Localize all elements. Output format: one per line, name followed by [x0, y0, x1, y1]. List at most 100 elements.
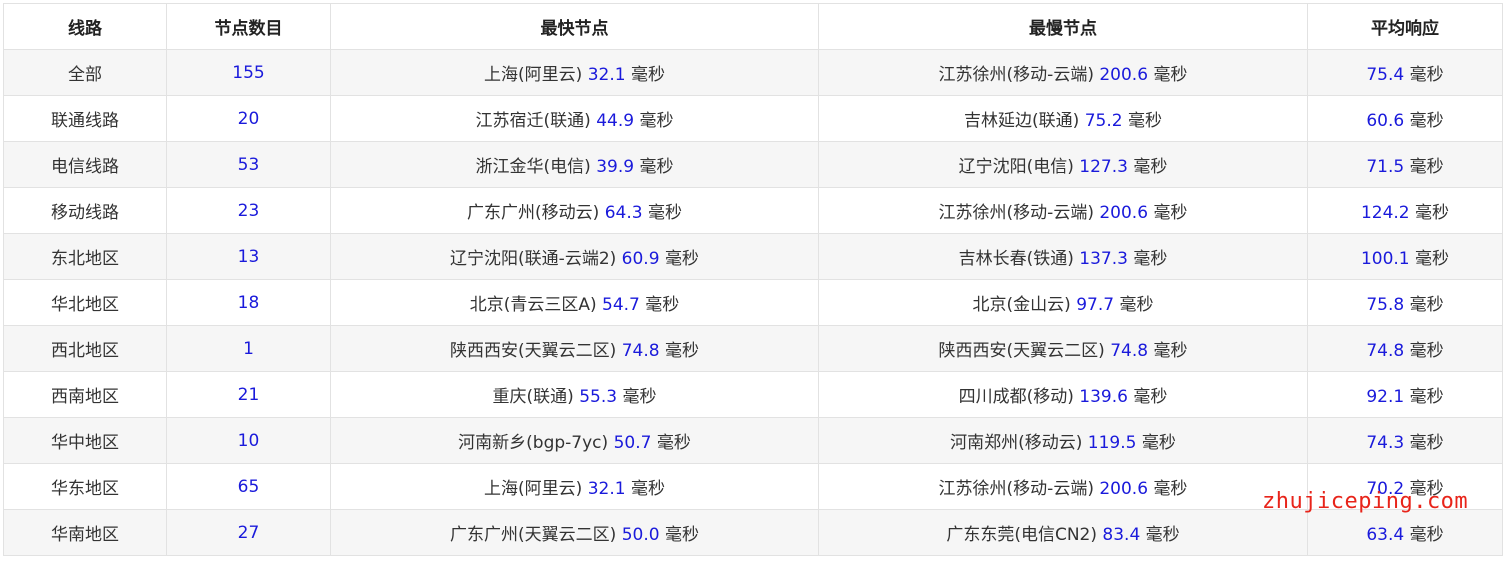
node-count-cell: 18 — [166, 279, 331, 326]
fastest-node-latency: 64.3 — [604, 203, 643, 223]
route-name: 移动线路 — [51, 203, 119, 223]
node-count: 65 — [237, 476, 260, 497]
fastest-node-latency: 74.8 — [621, 341, 660, 361]
latency-unit: 毫秒 — [630, 65, 665, 85]
slowest-node-cell: 辽宁沈阳(电信) 127.3 毫秒 — [818, 141, 1308, 188]
route-cell: 西北地区 — [3, 325, 167, 372]
average-latency: 92.1 — [1366, 387, 1405, 407]
average-response-cell: 75.4 毫秒 — [1307, 49, 1503, 96]
latency-unit: 毫秒 — [1409, 65, 1444, 85]
fastest-node-cell: 广东广州(移动云) 64.3 毫秒 — [330, 187, 819, 234]
node-count-cell: 21 — [166, 371, 331, 418]
fastest-node-location: 陕西西安(天翼云二区) — [450, 341, 617, 361]
slowest-node-location: 吉林长春(铁通) — [958, 249, 1074, 269]
slowest-node-cell: 陕西西安(天翼云二区) 74.8 毫秒 — [818, 325, 1308, 372]
latency-unit: 毫秒 — [630, 479, 665, 499]
fastest-node-cell: 重庆(联通) 55.3 毫秒 — [330, 371, 819, 418]
latency-unit: 毫秒 — [1409, 157, 1444, 177]
site-watermark: zhujiceping.com — [1262, 489, 1469, 514]
table-row: 移动线路 23 广东广州(移动云) 64.3 毫秒 江苏徐州(移动-云端) 200.6… — [3, 187, 1503, 234]
route-name: 华南地区 — [51, 525, 119, 545]
average-response-cell: 74.8 毫秒 — [1307, 325, 1503, 372]
route-cell: 联通线路 — [3, 95, 167, 142]
slowest-node-location: 江苏徐州(移动-云端) — [938, 203, 1094, 223]
header-node-count: 节点数目 — [166, 3, 331, 50]
latency-unit: 毫秒 — [622, 387, 657, 407]
latency-unit: 毫秒 — [664, 525, 699, 545]
slowest-node-location: 四川成都(移动) — [958, 387, 1074, 407]
slowest-node-cell: 四川成都(移动) 139.6 毫秒 — [818, 371, 1308, 418]
header-average-response: 平均响应 — [1307, 3, 1503, 50]
average-response-cell: 71.5 毫秒 — [1307, 141, 1503, 188]
latency-unit: 毫秒 — [1153, 65, 1188, 85]
route-name: 联通线路 — [51, 111, 119, 131]
latency-unit: 毫秒 — [1409, 341, 1444, 361]
route-name: 东北地区 — [51, 249, 119, 269]
fastest-node-location: 广东广州(移动云) — [467, 203, 600, 223]
fastest-node-latency: 54.7 — [602, 295, 640, 315]
slowest-node-latency: 83.4 — [1102, 525, 1141, 545]
table-row: 华南地区 27 广东广州(天翼云二区) 50.0 毫秒 广东东莞(电信CN2) 83.… — [3, 509, 1503, 556]
fastest-node-cell: 江苏宿迁(联通) 44.9 毫秒 — [330, 95, 819, 142]
latency-unit: 毫秒 — [1409, 433, 1444, 453]
fastest-node-latency: 60.9 — [621, 249, 660, 269]
average-latency: 75.4 — [1366, 65, 1405, 85]
average-response-cell: 75.8 毫秒 — [1307, 279, 1503, 326]
slowest-node-latency: 74.8 — [1110, 341, 1149, 361]
latency-unit: 毫秒 — [1153, 203, 1188, 223]
slowest-node-cell: 吉林延边(联通) 75.2 毫秒 — [818, 95, 1308, 142]
fastest-node-latency: 44.9 — [596, 111, 635, 131]
route-name: 西南地区 — [51, 387, 119, 407]
slowest-node-cell: 江苏徐州(移动-云端) 200.6 毫秒 — [818, 463, 1308, 510]
latency-unit: 毫秒 — [639, 157, 674, 177]
average-response-cell: 74.3 毫秒 — [1307, 417, 1503, 464]
fastest-node-cell: 辽宁沈阳(联通-云端2) 60.9 毫秒 — [330, 233, 819, 280]
average-latency: 124.2 — [1360, 203, 1410, 223]
latency-unit: 毫秒 — [1127, 111, 1162, 131]
latency-unit: 毫秒 — [664, 249, 699, 269]
node-count: 13 — [237, 246, 260, 267]
fastest-node-location: 浙江金华(电信) — [475, 157, 591, 177]
fastest-node-latency: 55.3 — [579, 387, 618, 407]
route-cell: 电信线路 — [3, 141, 167, 188]
latency-unit: 毫秒 — [1133, 249, 1168, 269]
route-cell: 西南地区 — [3, 371, 167, 418]
average-latency: 60.6 — [1366, 111, 1405, 131]
slowest-node-latency: 200.6 — [1099, 65, 1149, 85]
fastest-node-cell: 上海(阿里云) 32.1 毫秒 — [330, 49, 819, 96]
header-slowest-node: 最慢节点 — [818, 3, 1308, 50]
fastest-node-cell: 浙江金华(电信) 39.9 毫秒 — [330, 141, 819, 188]
latency-unit: 毫秒 — [1409, 111, 1444, 131]
fastest-node-location: 上海(阿里云) — [484, 65, 583, 85]
table-row: 华北地区 18 北京(青云三区A) 54.7 毫秒 北京(金山云) 97.7 毫秒 75… — [3, 279, 1503, 326]
route-cell: 东北地区 — [3, 233, 167, 280]
route-cell: 全部 — [3, 49, 167, 96]
latency-unit: 毫秒 — [1145, 525, 1180, 545]
table-header-row: 线路 节点数目 最快节点 最慢节点 平均响应 — [3, 3, 1503, 50]
latency-unit: 毫秒 — [1119, 295, 1154, 315]
route-cell: 移动线路 — [3, 187, 167, 234]
node-count-cell: 65 — [166, 463, 331, 510]
route-name: 电信线路 — [51, 157, 119, 177]
node-count: 155 — [232, 62, 265, 83]
average-response-cell: 100.1 毫秒 — [1307, 233, 1503, 280]
average-latency: 74.8 — [1366, 341, 1405, 361]
header-fastest-node: 最快节点 — [330, 3, 819, 50]
route-cell: 华南地区 — [3, 509, 167, 556]
table-row: 东北地区 13 辽宁沈阳(联通-云端2) 60.9 毫秒 吉林长春(铁通) 137.3… — [3, 233, 1503, 280]
slowest-node-latency: 97.7 — [1076, 295, 1115, 315]
ping-results-table: 线路 节点数目 最快节点 最慢节点 平均响应 全部 155 上海(阿里云) 32.1… — [3, 3, 1503, 556]
latency-unit: 毫秒 — [647, 203, 682, 223]
latency-unit: 毫秒 — [639, 111, 674, 131]
fastest-node-location: 辽宁沈阳(联通-云端2) — [450, 249, 617, 269]
node-count: 1 — [243, 338, 254, 359]
table-row: 华中地区 10 河南新乡(bgp-7yc) 50.7 毫秒 河南郑州(移动云) 119… — [3, 417, 1503, 464]
average-response-cell: 60.6 毫秒 — [1307, 95, 1503, 142]
fastest-node-location: 广东广州(天翼云二区) — [450, 525, 617, 545]
header-route: 线路 — [3, 3, 167, 50]
fastest-node-cell: 陕西西安(天翼云二区) 74.8 毫秒 — [330, 325, 819, 372]
node-count-cell: 53 — [166, 141, 331, 188]
slowest-node-latency: 137.3 — [1079, 249, 1128, 269]
node-count-cell: 23 — [166, 187, 331, 234]
latency-unit: 毫秒 — [1409, 387, 1444, 407]
